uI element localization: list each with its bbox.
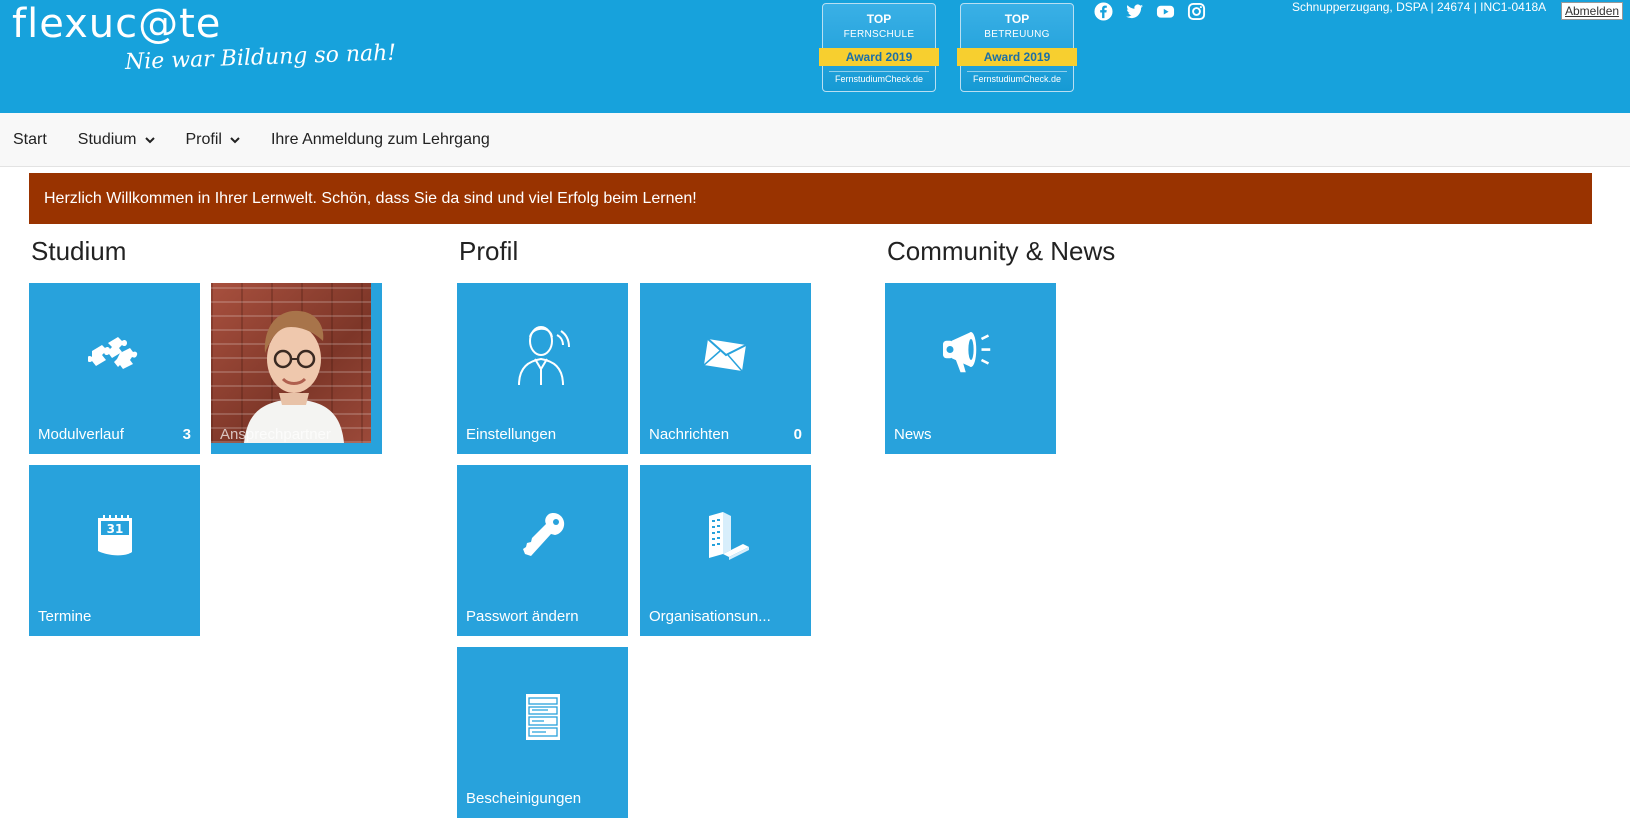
- tile-label: Modulverlauf: [38, 426, 124, 443]
- instagram-icon[interactable]: [1187, 2, 1206, 21]
- youtube-icon[interactable]: [1156, 2, 1175, 21]
- key-icon: [515, 501, 571, 569]
- award-top: TOP: [1004, 12, 1030, 26]
- header: flexuc@te Nie war Bildung so nah! TOP FE…: [0, 0, 1630, 113]
- tile-label: Nachrichten: [649, 426, 730, 443]
- award-band: Award 2019: [819, 48, 939, 66]
- twitter-icon[interactable]: [1125, 2, 1144, 21]
- tile-news[interactable]: News: [885, 283, 1056, 454]
- section-title-studium: Studium: [31, 236, 127, 266]
- nav-item-profil[interactable]: Profil: [186, 131, 240, 149]
- tile-count: 0: [793, 426, 802, 443]
- calendar-day: 31: [106, 522, 123, 536]
- tile-passwort[interactable]: Passwort ändern: [457, 465, 628, 636]
- award-site: FernstudiumCheck.de: [972, 74, 1062, 84]
- nav-item-anmeldung[interactable]: Ihre Anmeldung zum Lehrgang: [271, 131, 490, 149]
- calendar-icon: 31: [87, 501, 143, 569]
- tile-nachrichten[interactable]: Nachrichten 0: [640, 283, 811, 454]
- chevron-down-icon: [144, 136, 155, 143]
- social-links: [1094, 2, 1206, 21]
- tile-label: Bescheinigungen: [466, 790, 582, 807]
- award-badge-betreuung[interactable]: TOP BETREUUNG Award 2019 FernstudiumChec…: [957, 3, 1077, 92]
- nav-label: Start: [13, 130, 47, 148]
- award-site: FernstudiumCheck.de: [834, 74, 924, 84]
- envelope-icon: [698, 319, 754, 387]
- award-divider: [967, 71, 1067, 72]
- award-badge-fernschule[interactable]: TOP FERNSCHULE Award 2019 FernstudiumChe…: [819, 3, 939, 92]
- logo[interactable]: flexuc@te: [12, 2, 221, 46]
- puzzle-icon: [87, 319, 143, 387]
- tile-label: Termine: [38, 608, 92, 625]
- logout-button[interactable]: Abmelden: [1561, 2, 1624, 20]
- tile-organisationseinheit[interactable]: Organisationsun...: [640, 465, 811, 636]
- award-band: Award 2019: [957, 48, 1077, 66]
- contact-photo: [211, 283, 371, 443]
- tile-label: Organisationsun...: [649, 608, 771, 625]
- building-icon: [698, 501, 754, 569]
- main-nav: Start Studium Profil Ihre Anmeldung zum …: [0, 113, 1630, 167]
- award-sub: FERNSCHULE: [843, 29, 915, 40]
- tile-label: Passwort ändern: [466, 608, 579, 625]
- section-title-community: Community & News: [887, 236, 1116, 266]
- nav-label: Studium: [77, 130, 137, 148]
- tile-count: 3: [182, 426, 191, 443]
- welcome-banner: Herzlich Willkommen in Ihrer Lernwelt. S…: [29, 173, 1592, 224]
- tile-ansprechpartner[interactable]: Ansprechpartner: [211, 283, 382, 454]
- tile-modulverlauf[interactable]: Modulverlauf 3: [29, 283, 200, 454]
- nav-item-studium[interactable]: Studium: [78, 131, 155, 149]
- tile-termine[interactable]: 31 Termine: [29, 465, 200, 636]
- tile-bescheinigungen[interactable]: Bescheinigungen: [457, 647, 628, 818]
- nav-label: Profil: [185, 130, 222, 148]
- tile-einstellungen[interactable]: Einstellungen: [457, 283, 628, 454]
- person-icon: [515, 319, 571, 387]
- user-info: Schnupperzugang, DSPA | 24674 | INC1-041…: [1292, 0, 1547, 14]
- megaphone-icon: [942, 319, 999, 387]
- facebook-icon[interactable]: [1094, 2, 1113, 21]
- tile-label: News: [894, 426, 932, 443]
- document-icon: [515, 683, 571, 751]
- nav-item-start[interactable]: Start: [13, 131, 47, 149]
- tile-label: Ansprechpartner: [220, 426, 331, 443]
- award-sub: BETREUUNG: [984, 29, 1050, 40]
- chevron-down-icon: [230, 136, 240, 143]
- tile-label: Einstellungen: [466, 426, 557, 443]
- award-divider: [829, 71, 929, 72]
- award-top: TOP: [866, 12, 892, 26]
- nav-label: Ihre Anmeldung zum Lehrgang: [270, 130, 490, 148]
- section-title-profil: Profil: [459, 236, 519, 266]
